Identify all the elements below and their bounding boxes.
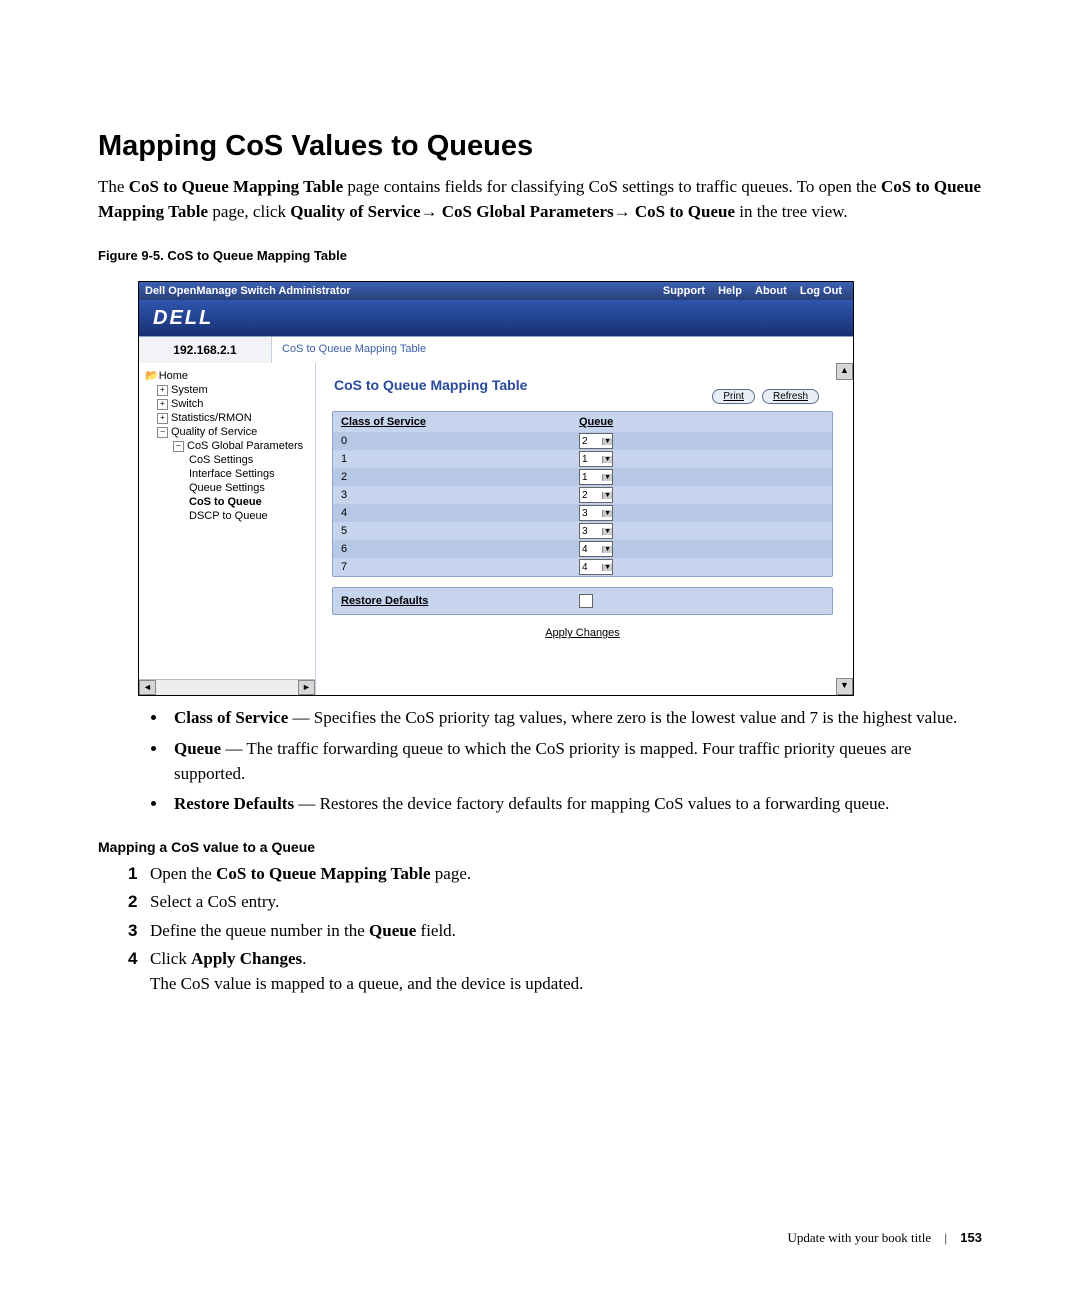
field-descriptions: Class of Service — Specifies the CoS pri…: [128, 706, 982, 817]
table-row: 43: [333, 504, 832, 522]
procedure-result: The CoS value is mapped to a queue, and …: [150, 974, 982, 994]
expand-icon[interactable]: +: [157, 399, 168, 410]
print-button[interactable]: Print: [712, 389, 755, 404]
scroll-right-icon[interactable]: ►: [298, 680, 315, 695]
screenshot: Dell OpenManage Switch Administrator Sup…: [138, 281, 854, 696]
scroll-down-icon[interactable]: ▼: [836, 678, 853, 695]
table-row: 32: [333, 486, 832, 504]
col-header-queue: Queue: [579, 416, 613, 428]
titlebar-links: Support Help About Log Out: [658, 285, 847, 297]
refresh-button[interactable]: Refresh: [762, 389, 819, 404]
queue-select[interactable]: 2: [579, 433, 613, 449]
cos-value: 1: [341, 453, 579, 465]
restore-defaults-label: Restore Defaults: [341, 595, 579, 607]
ip-address: 192.168.2.1: [139, 337, 272, 363]
tree-home[interactable]: Home: [159, 370, 188, 382]
list-item: Restore Defaults — Restores the device f…: [168, 792, 982, 817]
expand-icon[interactable]: +: [157, 385, 168, 396]
cos-value: 4: [341, 507, 579, 519]
restore-defaults-row: Restore Defaults: [332, 587, 833, 615]
queue-select[interactable]: 1: [579, 451, 613, 467]
intro-paragraph: The CoS to Queue Mapping Table page cont…: [98, 175, 982, 224]
table-row: 11: [333, 450, 832, 468]
tree-cos-global[interactable]: CoS Global Parameters: [187, 440, 303, 452]
window-titlebar: Dell OpenManage Switch Administrator Sup…: [139, 282, 853, 300]
tree-switch[interactable]: Switch: [171, 398, 203, 410]
figure-caption: Figure 9-5. CoS to Queue Mapping Table: [98, 248, 982, 263]
tree-stats[interactable]: Statistics/RMON: [171, 412, 252, 424]
app-title: Dell OpenManage Switch Administrator: [145, 285, 351, 297]
cos-value: 3: [341, 489, 579, 501]
table-row: 21: [333, 468, 832, 486]
folder-icon: 📂: [145, 370, 159, 382]
queue-select[interactable]: 3: [579, 523, 613, 539]
nav-tree: 📂Home +System +Switch +Statistics/RMON −…: [139, 363, 316, 695]
tree-cos-settings[interactable]: CoS Settings: [189, 454, 253, 466]
queue-select[interactable]: 4: [579, 559, 613, 575]
col-header-cos: Class of Service: [341, 416, 579, 428]
footer-book-title: Update with your book title: [787, 1230, 931, 1245]
list-item: Class of Service — Specifies the CoS pri…: [168, 706, 982, 731]
queue-select[interactable]: 1: [579, 469, 613, 485]
list-item: Click Apply Changes.: [128, 946, 982, 972]
cos-value: 6: [341, 543, 579, 555]
cos-queue-table: Class of Service Queue 0211213243536474: [332, 411, 833, 577]
tree-qos[interactable]: Quality of Service: [171, 426, 257, 438]
list-item: Define the queue number in the Queue fie…: [128, 918, 982, 944]
logout-link[interactable]: Log Out: [800, 285, 842, 297]
scroll-left-icon[interactable]: ◄: [139, 680, 156, 695]
content-pane: CoS to Queue Mapping Table Print Refresh…: [316, 363, 853, 695]
collapse-icon[interactable]: −: [173, 441, 184, 452]
procedure-steps: Open the CoS to Queue Mapping Table page…: [128, 861, 982, 972]
footer-page-number: 153: [960, 1230, 982, 1245]
tree-interface-settings[interactable]: Interface Settings: [189, 468, 275, 480]
breadcrumb: CoS to Queue Mapping Table: [272, 337, 853, 363]
logo-bar: DELL: [139, 300, 853, 336]
apply-changes-button[interactable]: Apply Changes: [545, 627, 620, 639]
queue-select[interactable]: 3: [579, 505, 613, 521]
tree-dscp-to-queue[interactable]: DSCP to Queue: [189, 510, 268, 522]
tree-queue-settings[interactable]: Queue Settings: [189, 482, 265, 494]
page-heading: Mapping CoS Values to Queues: [98, 130, 982, 163]
table-row: 53: [333, 522, 832, 540]
table-row: 02: [333, 432, 832, 450]
procedure-heading: Mapping a CoS value to a Queue: [98, 839, 982, 855]
queue-select[interactable]: 4: [579, 541, 613, 557]
list-item: Queue — The traffic forwarding queue to …: [168, 737, 982, 786]
table-row: 64: [333, 540, 832, 558]
tree-cos-to-queue[interactable]: CoS to Queue: [189, 496, 262, 508]
cos-value: 7: [341, 561, 579, 573]
cos-value: 0: [341, 435, 579, 447]
dell-logo: DELL: [153, 307, 213, 330]
help-link[interactable]: Help: [718, 285, 742, 297]
footer-separator: |: [944, 1230, 947, 1245]
cos-value: 2: [341, 471, 579, 483]
about-link[interactable]: About: [755, 285, 787, 297]
queue-select[interactable]: 2: [579, 487, 613, 503]
list-item: Select a CoS entry.: [128, 889, 982, 915]
table-row: 74: [333, 558, 832, 576]
collapse-icon[interactable]: −: [157, 427, 168, 438]
support-link[interactable]: Support: [663, 285, 705, 297]
scroll-up-icon[interactable]: ▲: [836, 363, 853, 380]
expand-icon[interactable]: +: [157, 413, 168, 424]
cos-value: 5: [341, 525, 579, 537]
tree-system[interactable]: System: [171, 384, 208, 396]
page-footer: Update with your book title | 153: [787, 1230, 982, 1246]
tree-horizontal-scrollbar[interactable]: ◄►: [139, 679, 315, 695]
restore-defaults-checkbox[interactable]: [579, 594, 593, 608]
list-item: Open the CoS to Queue Mapping Table page…: [128, 861, 982, 887]
